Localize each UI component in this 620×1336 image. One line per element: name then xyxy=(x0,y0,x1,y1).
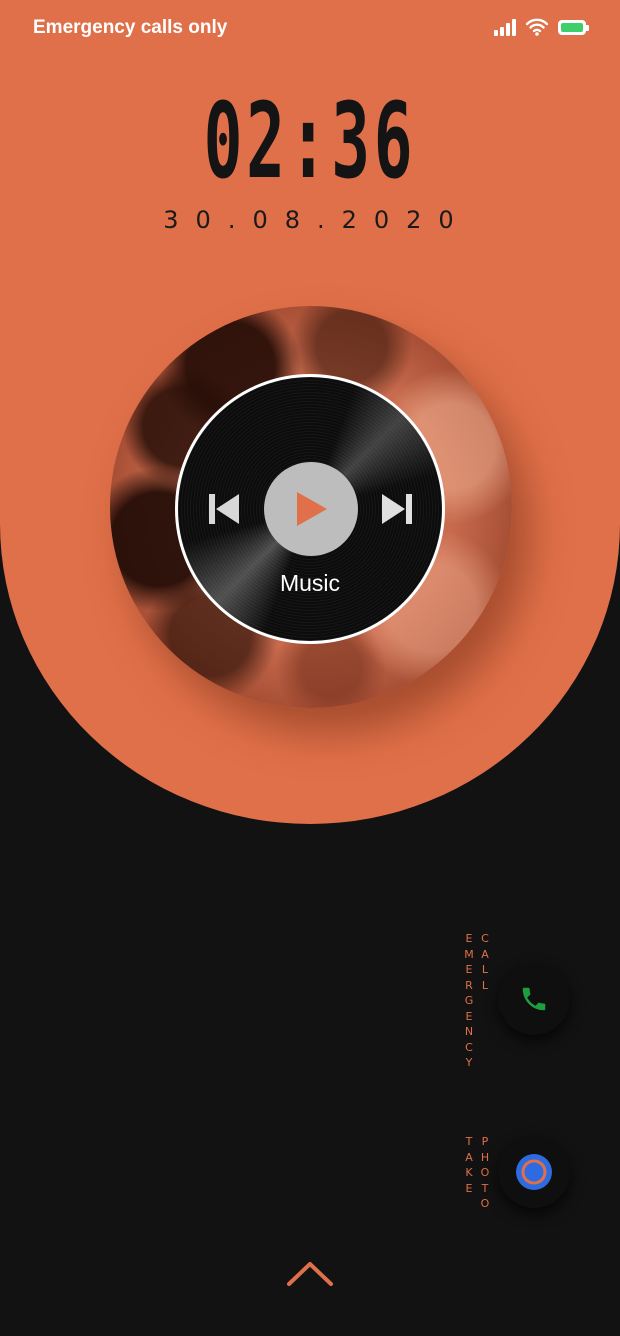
call-label: CALL xyxy=(481,932,489,992)
signal-icon xyxy=(494,18,516,36)
lock-screen: Emergency calls only 02:36 30.08.2020 Mu… xyxy=(0,0,620,1336)
status-bar: Emergency calls only xyxy=(0,0,620,60)
music-label: Music xyxy=(279,570,341,596)
clock-date: 30.08.2020 xyxy=(163,206,471,234)
camera-icon xyxy=(516,1154,552,1190)
phone-icon xyxy=(522,987,546,1011)
take-label: TAKE xyxy=(465,1135,473,1195)
emergency-label: EMERGENCY xyxy=(464,932,474,1069)
photo-label: PHOTO xyxy=(480,1135,490,1210)
swipe-up-icon[interactable] xyxy=(286,1258,334,1288)
clock-time: 02:36 xyxy=(203,80,417,202)
next-icon[interactable] xyxy=(380,493,414,525)
previous-icon[interactable] xyxy=(207,493,241,525)
wifi-icon xyxy=(526,18,548,36)
carrier-status: Emergency calls only xyxy=(33,17,228,38)
emergency-call-button[interactable] xyxy=(498,963,570,1035)
battery-icon xyxy=(558,19,589,35)
play-button[interactable] xyxy=(264,462,358,556)
take-photo-button[interactable] xyxy=(498,1136,570,1208)
play-icon xyxy=(297,492,327,526)
